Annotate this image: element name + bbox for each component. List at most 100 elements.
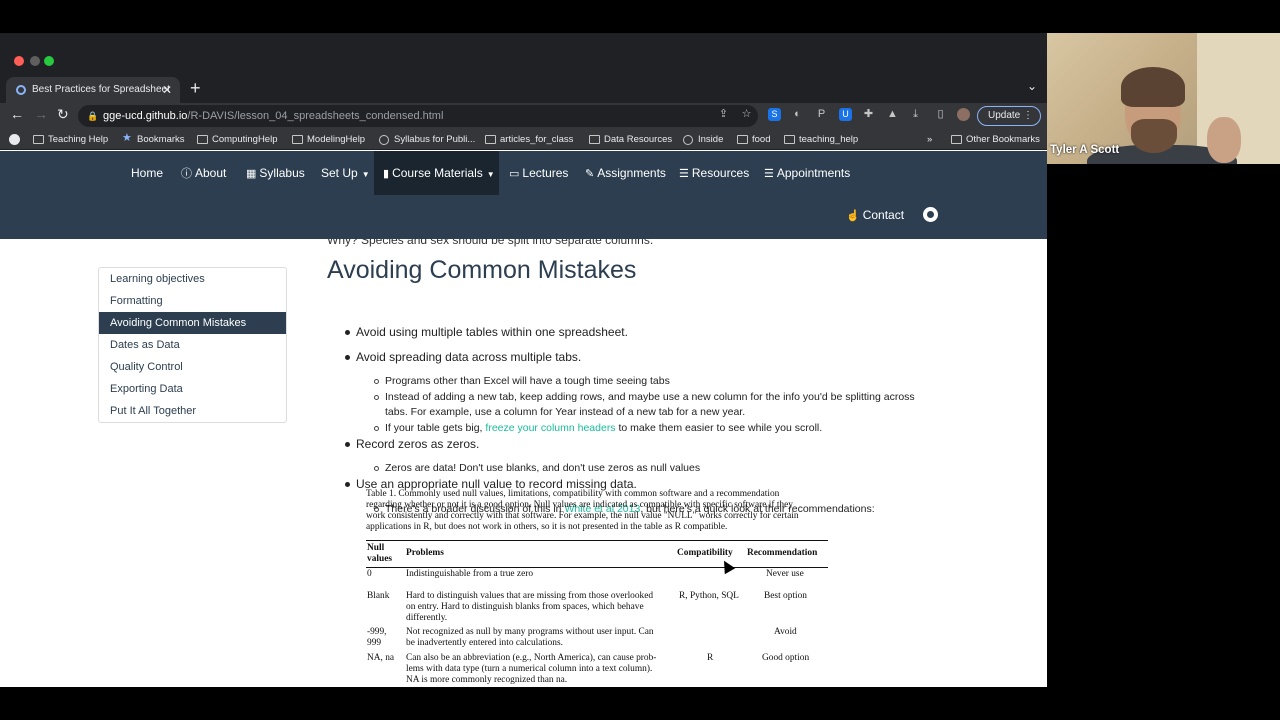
table-of-contents: Learning objectives Formatting Avoiding … [98,267,287,423]
toc-item[interactable]: Learning objectives [99,268,286,290]
bookmark-data-resources[interactable]: Data Resources [589,132,672,147]
nav-home[interactable]: Home [122,151,172,195]
extensions-puzzle-icon[interactable]: ✚ [862,108,875,121]
bookmark-inside[interactable]: Inside [683,132,723,147]
row-null-value: 999 [367,638,382,648]
nav-setup[interactable]: Set Up ▼ [312,151,379,195]
bookmark-computinghelp[interactable]: ComputingHelp [197,132,277,147]
bookmark-modelinghelp[interactable]: ModelingHelp [292,132,365,147]
extension-puzzle-ghost-icon[interactable]: ◐ [791,108,804,121]
github-icon[interactable] [923,207,938,222]
toc-item-active[interactable]: Avoiding Common Mistakes [99,312,286,334]
webcam-person-beard [1131,119,1177,153]
bookmark-label: Syllabus for Publi... [394,134,476,145]
partial-text-line: Why? Species and sex should be split int… [327,239,654,247]
text-span: to make them easier to see while you scr… [615,422,823,434]
bookmark-star-icon[interactable]: ☆ [740,108,753,121]
forward-arrow-icon[interactable]: → [34,106,48,122]
reload-icon[interactable]: ↻ [57,106,69,123]
bookmark-teaching-help[interactable]: Teaching Help [33,132,108,147]
other-bookmarks[interactable]: Other Bookmarks [951,132,1040,147]
row-null-value: Blank [367,591,390,601]
chrome-menu-icon[interactable]: ⋮ [1023,107,1033,125]
sub-bullet-text: If your table gets big, freeze your colu… [385,422,822,434]
folder-icon [33,135,44,144]
extension-shield-icon[interactable]: U [839,108,852,121]
share-icon[interactable]: ⇪ [717,108,730,121]
bookmark-syllabus[interactable]: Syllabus for Publi... [379,132,475,147]
info-icon: ⓘ [181,168,192,180]
bullet-dot [345,330,350,335]
text-span: If your table gets big, [385,422,486,434]
profile-avatar[interactable] [957,108,970,121]
freeze-headers-link[interactable]: freeze your column headers [485,422,615,434]
page-content: Why? Species and sex should be split int… [0,239,1047,687]
folder-icon [292,135,303,144]
back-arrow-icon[interactable]: ← [10,106,24,122]
bookmark-food[interactable]: food [737,132,771,147]
update-button[interactable]: Update ⋮ [977,106,1041,126]
nav-appointments[interactable]: ☰ Appointments [755,151,859,195]
bookmark-bookmarks[interactable]: ★ Bookmarks [122,132,185,147]
nav-course-materials[interactable]: ▮ Course Materials ▼ [374,151,499,195]
webcam-video: Tyler A Scott [1047,33,1280,164]
maximize-window-button[interactable] [44,56,54,66]
lab-flask-icon[interactable]: ▲ [886,108,899,121]
row-problem: Hard to distinguish values that are miss… [406,591,654,601]
new-tab-button[interactable]: + [190,78,201,99]
address-bar[interactable]: 🔒 gge-ucd.github.io/R-DAVIS/lesson_04_sp… [78,105,758,127]
sub-bullet-circle [374,395,379,400]
nav-label: Course Materials [392,166,483,180]
toc-item[interactable]: Dates as Data [99,334,286,356]
close-window-button[interactable] [14,56,24,66]
toc-item[interactable]: Quality Control [99,356,286,378]
nav-about[interactable]: ⓘ About [172,151,235,195]
header-compatibility: Compatibility [677,548,733,558]
tab-strip: Best Practices for Spreadsheet ✕ + ⌄ [0,75,1047,103]
google-icon[interactable] [9,132,20,147]
row-problem: Can also be an abbreviation (e.g., North… [406,653,657,663]
caret-down-icon: ▼ [486,170,495,179]
bookmark-articles-for-class[interactable]: articles_for_class [485,132,573,147]
hand-icon: ☝ [846,210,860,222]
minimize-window-button[interactable] [30,56,40,66]
tab-active[interactable]: Best Practices for Spreadsheet ✕ [6,77,180,103]
webcam-person-hair [1121,67,1185,107]
extension-p-icon[interactable]: P [815,108,828,121]
row-recommendation: Best option [764,591,807,601]
bookmark-label: food [752,134,771,145]
nav-lectures[interactable]: ▭ Lectures [500,151,577,195]
download-icon[interactable]: ⤓ [909,108,922,121]
bookmarks-overflow-button[interactable]: » [927,132,932,147]
toc-item[interactable]: Put It All Together [99,400,286,422]
row-problem: Indistinguishable from a true zero [406,569,534,579]
bookmark-label: Data Resources [604,134,673,145]
toc-item[interactable]: Formatting [99,290,286,312]
row-compatibility: R, Python, SQL [679,591,739,601]
section-heading: Avoiding Common Mistakes [327,256,637,284]
bookmark-label: teaching_help [799,134,859,145]
toc-item[interactable]: Exporting Data [99,378,286,400]
title-bar [0,33,1047,75]
side-panel-icon[interactable]: ▯ [934,108,947,121]
tab-close-icon[interactable]: ✕ [162,77,172,103]
extension-s-icon[interactable]: S [768,108,781,121]
globe-icon [683,135,693,145]
nav-label: Assignments [597,166,666,180]
header-recommendation: Recommendation [747,548,818,558]
bookmark-label: Bookmarks [137,134,185,145]
row-problem: differently. [406,613,448,623]
tab-search-chevron-icon[interactable]: ⌄ [1027,79,1037,93]
bookmark-teaching-help-2[interactable]: teaching_help [784,132,858,147]
sub-bullet-text-cont: tabs. For example, use a column for Year… [385,406,746,418]
row-problem: NA is more commonly recognized than na. [406,675,568,685]
folder-icon [951,135,962,144]
nav-assignments[interactable]: ✎ Assignments [576,151,675,195]
nav-syllabus[interactable]: ▦ Syllabus [237,151,314,195]
nav-resources[interactable]: ☰ Resources [670,151,758,195]
sub-bullet-text: Zeros are data! Don't use blanks, and do… [385,462,701,474]
nav-label: About [195,166,227,180]
sub-bullet-circle [374,426,379,431]
address-path: /R-DAVIS/lesson_04_spreadsheets_condense… [187,110,444,122]
nav-contact[interactable]: ☝ Contact [846,195,904,235]
